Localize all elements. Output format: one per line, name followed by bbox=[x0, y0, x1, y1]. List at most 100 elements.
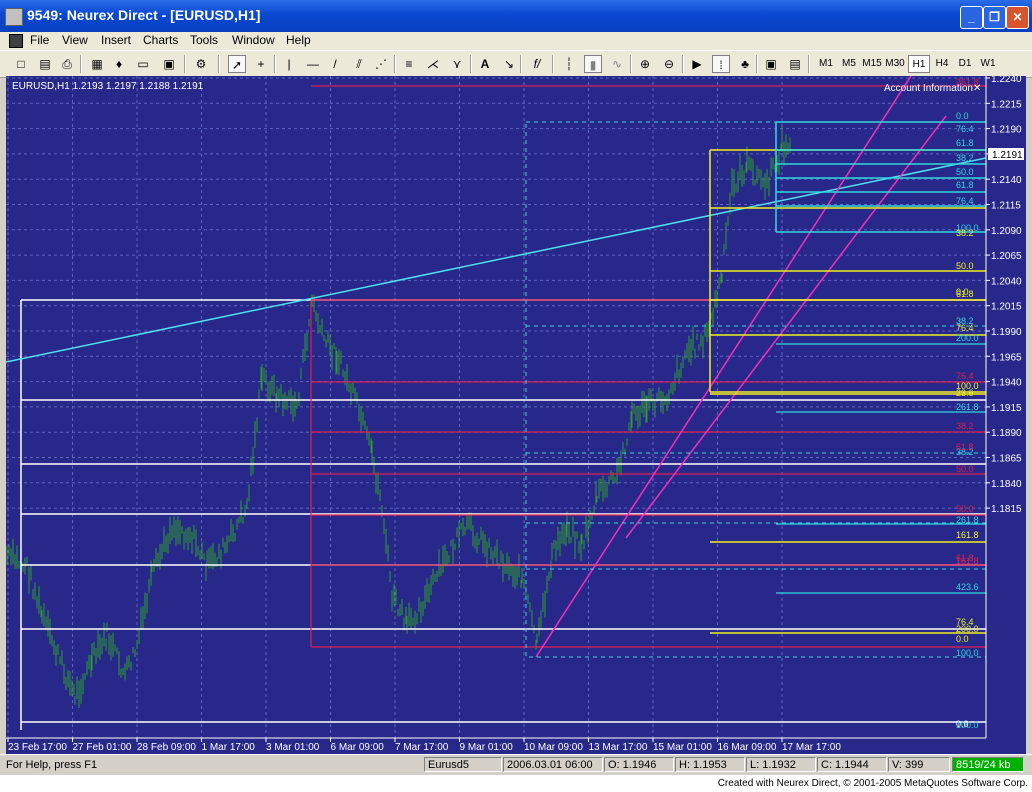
window-title: 9549: Neurex Direct - [EURUSD,H1] bbox=[27, 7, 261, 23]
tf-m1[interactable]: M1 bbox=[815, 55, 837, 73]
fib-level-label: 100.0 bbox=[956, 648, 979, 658]
connection-status: 8519/24 kb bbox=[952, 757, 1024, 772]
navigator-icon[interactable]: ♦ bbox=[110, 55, 128, 73]
periodicity-icon[interactable]: ▣ bbox=[762, 55, 780, 73]
fib-level-label: 200.0 bbox=[956, 333, 979, 343]
fib-level-label: 38.2 bbox=[956, 153, 974, 163]
text-tool-icon[interactable]: A bbox=[476, 55, 494, 73]
tf-m5[interactable]: M5 bbox=[838, 55, 860, 73]
trendline-icon[interactable]: / bbox=[326, 55, 344, 73]
arrow-icon[interactable]: ↘ bbox=[500, 55, 518, 73]
fib-level-label: 38.2 bbox=[956, 228, 974, 238]
menu-tools[interactable]: Tools bbox=[190, 33, 218, 47]
vertical-line-icon[interactable]: | bbox=[280, 55, 298, 73]
autoscroll-icon[interactable]: ▶ bbox=[688, 55, 706, 73]
time-tick-label: 3 Mar 01:00 bbox=[266, 742, 320, 753]
tf-d1[interactable]: D1 bbox=[954, 55, 976, 73]
menu-charts[interactable]: Charts bbox=[143, 33, 178, 47]
open-icon[interactable]: ▤ bbox=[36, 55, 54, 73]
menu-help[interactable]: Help bbox=[286, 33, 311, 47]
chart-header: EURUSD,H1 1.2193 1.2197 1.2188 1.2191 bbox=[12, 81, 204, 92]
maximize-button[interactable]: ❐ bbox=[983, 6, 1006, 29]
bar-chart-icon[interactable]: ┇ bbox=[560, 55, 578, 73]
menu-file[interactable]: File bbox=[30, 33, 49, 47]
status-bar: For Help, press F1 Eurusd5 2006.03.01 06… bbox=[0, 754, 1032, 775]
fibo-retracement-icon[interactable]: ≡ bbox=[400, 55, 418, 73]
menu-window[interactable]: Window bbox=[232, 33, 275, 47]
expert-advisors-icon[interactable]: ⚙ bbox=[192, 55, 210, 73]
price-tick-label: 1.1890 bbox=[991, 428, 1022, 439]
fib-level-label: 61.8 bbox=[956, 442, 974, 452]
cursor-icon[interactable]: ➚ bbox=[228, 55, 246, 73]
time-tick-label: 13 Mar 17:00 bbox=[589, 742, 648, 753]
zoom-out-icon[interactable]: ⊖ bbox=[660, 55, 678, 73]
time-tick-label: 15 Mar 01:00 bbox=[653, 742, 712, 753]
new-chart-icon[interactable]: □ bbox=[12, 55, 30, 73]
tf-w1[interactable]: W1 bbox=[977, 55, 999, 73]
price-tick-label: 1.2015 bbox=[991, 302, 1022, 313]
fib-level-label: 50.0 bbox=[956, 504, 974, 514]
tf-h1[interactable]: H1 bbox=[908, 55, 930, 73]
fan-icon[interactable]: ⋰ bbox=[372, 55, 390, 73]
fib-level-label: 0.0 bbox=[956, 719, 969, 729]
time-tick-label: 10 Mar 09:00 bbox=[524, 742, 583, 753]
close-button[interactable]: ✕ bbox=[1006, 6, 1029, 29]
menu-view[interactable]: View bbox=[62, 33, 88, 47]
fib-level-label: 23.6 bbox=[956, 388, 974, 398]
price-tick-label: 1.1940 bbox=[991, 378, 1022, 389]
fib-level-label: 261.8 bbox=[956, 515, 979, 525]
gann-icon[interactable]: ⋎ bbox=[448, 55, 466, 73]
market-watch-icon[interactable]: ▦ bbox=[88, 55, 106, 73]
tf-h4[interactable]: H4 bbox=[931, 55, 953, 73]
print-icon[interactable]: ⎙ bbox=[58, 55, 76, 73]
time-tick-label: 27 Feb 01:00 bbox=[73, 742, 132, 753]
bar-datetime: 2006.03.01 06:00 bbox=[503, 757, 603, 772]
price-tick-label: 1.1915 bbox=[991, 403, 1022, 414]
templates-icon[interactable]: ▤ bbox=[786, 55, 804, 73]
candles-icon[interactable]: ▮ bbox=[584, 55, 602, 73]
fib-level-label: 76.4 bbox=[956, 196, 974, 206]
time-tick-label: 23 Feb 17:00 bbox=[8, 742, 67, 753]
fibo-tool-icon[interactable]: f/ bbox=[528, 55, 546, 73]
chart-window-icon[interactable] bbox=[9, 34, 23, 48]
app-icon bbox=[5, 8, 23, 26]
fib-level-label: 61.8 bbox=[956, 138, 974, 148]
bar-close: C: 1.1944 bbox=[817, 757, 887, 772]
crosshair-icon[interactable]: + bbox=[252, 55, 270, 73]
chart-shift-icon[interactable]: ⁞ bbox=[712, 55, 730, 73]
fibo-fan-icon[interactable]: ⋌ bbox=[424, 55, 442, 73]
menu-insert[interactable]: Insert bbox=[101, 33, 131, 47]
strategy-tester-icon[interactable]: ▣ bbox=[160, 55, 178, 73]
toolbar: □ ▤ ⎙ ▦ ♦ ▭ ▣ ⚙ ➚ + | — / ⫽ ⋰ ≡ ⋌ ⋎ A ↘ … bbox=[0, 50, 1032, 78]
price-tick-label: 1.1990 bbox=[991, 327, 1022, 338]
zoom-in-icon[interactable]: ⊕ bbox=[636, 55, 654, 73]
fib-level-label: 76.4 bbox=[956, 371, 974, 381]
bar-low: L: 1.1932 bbox=[746, 757, 816, 772]
line-chart-icon[interactable]: ∿ bbox=[608, 55, 626, 73]
price-tick-label: 1.2240 bbox=[991, 76, 1022, 85]
indicators-icon[interactable]: ♣ bbox=[736, 55, 754, 73]
tf-m30[interactable]: M30 bbox=[884, 55, 906, 73]
fib-level-label: 38.2 bbox=[956, 421, 974, 431]
time-tick-label: 6 Mar 09:00 bbox=[331, 742, 385, 753]
price-tick-label: 1.2065 bbox=[991, 251, 1022, 262]
menu-bar: File View Insert Charts Tools Window Hel… bbox=[0, 32, 1032, 77]
minimize-button[interactable]: _ bbox=[960, 6, 983, 29]
chart-window[interactable]: 0.0 76.4 61.8 38.2 50.0 61.8 76.4 100.0 38.2 50.0… bbox=[5, 74, 1026, 754]
fib-level-label: 61.8 bbox=[956, 553, 974, 563]
panel-close-icon[interactable]: ✕ bbox=[973, 83, 981, 94]
fib-level-label: 76.4 bbox=[956, 124, 974, 134]
time-tick-label: 17 Mar 17:00 bbox=[782, 742, 841, 753]
time-tick-label: 16 Mar 09:00 bbox=[718, 742, 777, 753]
time-tick-label: 28 Feb 09:00 bbox=[137, 742, 196, 753]
profile-name[interactable]: Eurusd5 bbox=[424, 757, 502, 772]
price-tick-label: 1.2190 bbox=[991, 125, 1022, 136]
fib-level-label: 0.0 bbox=[956, 634, 969, 644]
bar-volume: V: 399 bbox=[888, 757, 950, 772]
horizontal-line-icon[interactable]: — bbox=[304, 55, 322, 73]
channel-icon[interactable]: ⫽ bbox=[350, 55, 368, 73]
price-chart[interactable]: 0.0 76.4 61.8 38.2 50.0 61.8 76.4 100.0 38.2 50.0… bbox=[5, 74, 1026, 754]
price-tick-label: 1.1840 bbox=[991, 479, 1022, 490]
terminal-icon[interactable]: ▭ bbox=[134, 55, 152, 73]
tf-m15[interactable]: M15 bbox=[861, 55, 883, 73]
